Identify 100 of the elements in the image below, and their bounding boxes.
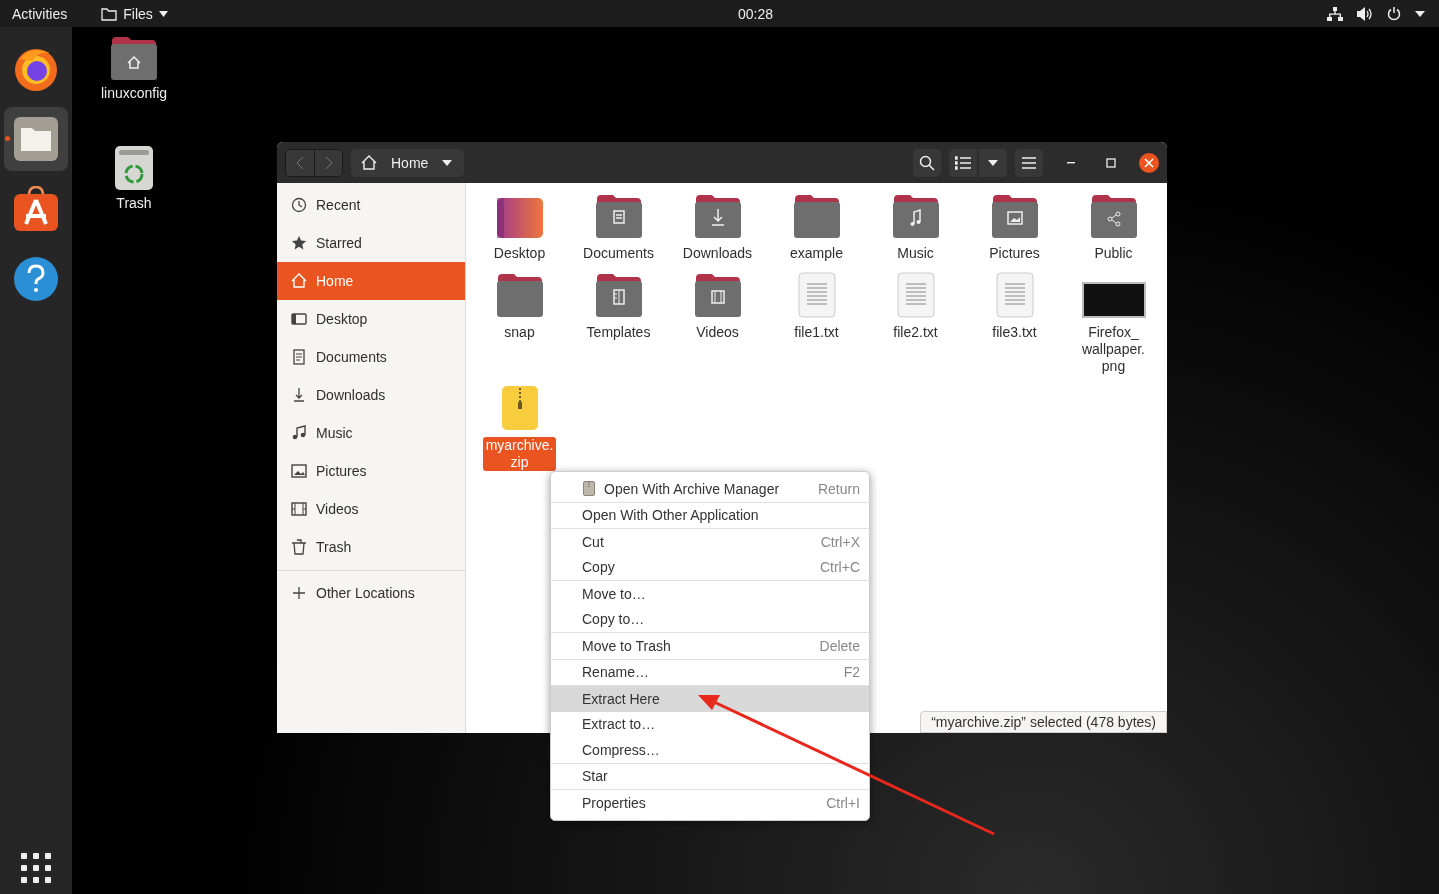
desktop-folder-icon [495, 197, 544, 239]
power-icon[interactable] [1387, 6, 1401, 21]
file-name: file2.txt [892, 324, 939, 341]
music-icon [291, 425, 307, 441]
file-item[interactable]: snap [470, 270, 569, 375]
file-item[interactable]: Documents [569, 191, 668, 262]
file-name: file1.txt [793, 324, 840, 341]
file-name: snap [503, 324, 536, 341]
file-item[interactable]: myarchive. zip [470, 383, 569, 471]
file-name: file3.txt [991, 324, 1038, 341]
text-file-icon [896, 272, 935, 318]
menu-item[interactable]: Copy to… [551, 606, 869, 632]
desktop-icon-label[interactable]: Trash [116, 195, 152, 211]
status-bar: “myarchive.zip” selected (478 bytes) [920, 711, 1167, 733]
location-button[interactable]: Home [351, 148, 465, 177]
sidebar-item[interactable]: Pictures [277, 452, 465, 490]
menu-item[interactable]: Open With Archive Manager Return [551, 476, 869, 502]
file-name: Desktop [492, 245, 547, 262]
list-view-button[interactable] [949, 148, 977, 177]
text-file-icon [797, 272, 836, 318]
menu-item[interactable]: Star [551, 763, 869, 789]
folder-icon[interactable] [12, 115, 60, 163]
plus-icon [291, 585, 307, 601]
file-item[interactable]: file3.txt [965, 270, 1064, 375]
menu-item[interactable]: Open With Other Application [551, 502, 869, 528]
menu-item[interactable]: Compress… [551, 737, 869, 763]
folder-icon [594, 193, 643, 239]
sidebar-item[interactable]: Starred [277, 224, 465, 262]
file-item[interactable]: Firefox_ wallpaper. png [1064, 270, 1163, 375]
folder-icon [1089, 193, 1138, 239]
search-icon [919, 154, 935, 171]
menu-item[interactable]: Cut Ctrl+X [551, 529, 869, 555]
file-item[interactable]: file2.txt [866, 270, 965, 375]
file-name: Public [1093, 245, 1134, 262]
sidebar-item[interactable]: Music [277, 414, 465, 452]
folder-icon [693, 272, 742, 318]
shopping-bag-icon[interactable] [13, 186, 59, 232]
folder-icon [101, 6, 118, 21]
file-item[interactable]: Pictures [965, 191, 1064, 262]
help-icon[interactable] [13, 256, 59, 302]
dock-item[interactable] [4, 107, 68, 171]
list-icon [955, 155, 971, 170]
file-item[interactable]: Templates [569, 270, 668, 375]
home-icon [291, 273, 307, 289]
menu-item[interactable]: Rename… F2 [551, 659, 869, 685]
menu-item[interactable]: Copy Ctrl+C [551, 554, 869, 580]
sidebar-item[interactable]: Documents [277, 338, 465, 376]
sidebar-item[interactable]: Desktop [277, 300, 465, 338]
file-name: example [789, 245, 844, 262]
folder-icon [990, 193, 1039, 239]
sidebar-item[interactable]: Downloads [277, 376, 465, 414]
app-grid-icon[interactable] [20, 852, 52, 884]
file-item[interactable]: example [767, 191, 866, 262]
caret-icon [988, 159, 998, 166]
menu-item[interactable]: Move to Trash Delete [551, 633, 869, 659]
file-name: Firefox_ wallpaper. png [1080, 324, 1146, 375]
app-menu[interactable]: Files [101, 5, 168, 22]
file-name: Videos [695, 324, 740, 341]
folder-icon [693, 193, 742, 239]
star-icon [291, 235, 307, 251]
trash-icon[interactable] [114, 145, 154, 191]
clock-icon [291, 197, 307, 213]
menu-item[interactable]: Properties Ctrl+I [551, 790, 869, 816]
other-locations-item[interactable]: Other Locations [277, 574, 465, 612]
file-name: myarchive. zip [482, 437, 557, 471]
file-item[interactable]: Videos [668, 270, 767, 375]
sidebar-item[interactable]: Home [277, 262, 465, 300]
file-item[interactable]: file1.txt [767, 270, 866, 375]
volume-icon[interactable] [1357, 6, 1373, 21]
network-icon[interactable] [1327, 6, 1343, 21]
home-folder-icon[interactable] [110, 35, 158, 81]
sidebar-item[interactable]: Trash [277, 528, 465, 566]
home-icon [361, 155, 377, 170]
forward-icon [324, 155, 333, 170]
menu-button[interactable] [1015, 148, 1043, 177]
folder-icon [792, 193, 841, 239]
file-item[interactable]: Downloads [668, 191, 767, 262]
desktop-icon [291, 311, 307, 327]
view-options-button[interactable] [979, 148, 1007, 177]
folder-icon [594, 272, 643, 318]
menu-item[interactable]: Extract to… [551, 711, 869, 737]
file-name: Music [896, 245, 935, 262]
trash-icon [291, 539, 307, 555]
caret-icon[interactable] [1415, 10, 1425, 17]
file-item[interactable]: Public [1064, 191, 1163, 262]
menu-item[interactable]: Move to… [551, 581, 869, 607]
folder-icon [891, 193, 940, 239]
close-button[interactable] [1139, 152, 1159, 173]
file-item[interactable]: Music [866, 191, 965, 262]
download-icon [291, 387, 307, 403]
file-item[interactable]: Desktop [470, 191, 569, 262]
archive-icon [500, 385, 539, 431]
search-button[interactable] [913, 148, 941, 177]
image-thumbnail [1081, 282, 1146, 318]
activities-button[interactable]: Activities [12, 5, 68, 22]
sidebar-item[interactable]: Recent [277, 186, 465, 224]
sidebar-item[interactable]: Videos [277, 490, 465, 528]
desktop-icon-label[interactable]: linuxconfig [100, 85, 168, 101]
caret-icon [442, 159, 453, 166]
menu-item[interactable]: Extract Here [551, 686, 869, 712]
